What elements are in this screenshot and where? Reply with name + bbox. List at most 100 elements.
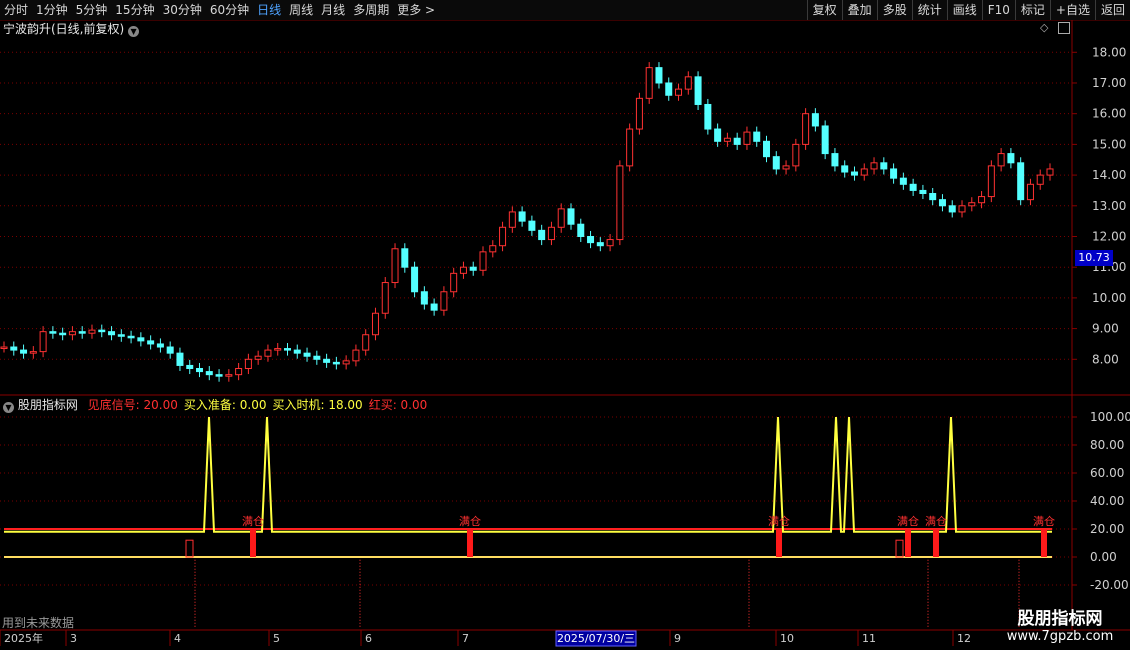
candle-body-10 [98, 329, 106, 333]
candle-body-51 [499, 226, 507, 247]
candle-body-45 [440, 291, 448, 311]
candle-body-47 [459, 266, 467, 274]
full-position-label-1: 满仓 [459, 514, 481, 528]
candle-body-63 [616, 165, 624, 241]
candle-body-94 [919, 189, 927, 195]
period-tab-0[interactable]: 分时 [0, 0, 32, 20]
collapse-icon[interactable]: ▼ [3, 402, 14, 413]
date-label-7: 10 [780, 632, 794, 645]
action-button-0[interactable]: 复权 [806, 0, 842, 20]
candle-body-72 [704, 103, 712, 130]
full-position-label-0: 满仓 [242, 514, 264, 528]
period-tab-3[interactable]: 15分钟 [111, 0, 158, 20]
candle-body-44 [430, 303, 438, 311]
date-label-8: 11 [862, 632, 876, 645]
candle-body-24 [235, 368, 243, 376]
candle-body-86 [841, 165, 849, 173]
indicator-values: 见底信号: 20.00 买入准备: 0.00 买入时机: 18.00 红买: 0.00 [82, 398, 428, 412]
buy-bar-3 [905, 529, 911, 557]
prep-box-0 [185, 539, 194, 558]
candle-body-74 [723, 137, 731, 142]
candle-body-71 [694, 76, 702, 105]
period-tab-10[interactable]: 更多 > [393, 0, 439, 20]
full-position-label-3: 满仓 [897, 514, 919, 528]
date-label-2: 4 [174, 632, 181, 645]
action-button-3[interactable]: 统计 [911, 0, 947, 20]
period-tab-8[interactable]: 月线 [317, 0, 349, 20]
candle-body-12 [117, 334, 125, 337]
stock-title[interactable]: 宁波韵升(日线,前复权) [3, 22, 124, 36]
candle-body-70 [684, 76, 692, 90]
candle-body-76 [743, 131, 751, 145]
candle-body-98 [958, 205, 966, 213]
ind-label-5: 0.00 [1090, 550, 1117, 564]
action-button-4[interactable]: 画线 [946, 0, 982, 20]
indicator-name[interactable]: 股朋指标网 [18, 398, 78, 412]
price-label-2: 16.00 [1092, 107, 1126, 121]
panel-toggle-icon[interactable] [1058, 22, 1070, 34]
candle-body-8 [78, 331, 86, 334]
candle-body-58 [567, 208, 575, 225]
candle-body-22 [215, 374, 223, 377]
candle-body-83 [811, 113, 819, 127]
current-price-tag: 10.73 [1075, 250, 1113, 266]
action-button-2[interactable]: 多股 [876, 0, 912, 20]
ind-label-1: 80.00 [1090, 438, 1124, 452]
chevron-down-icon[interactable]: ▼ [128, 26, 140, 37]
period-tab-4[interactable]: 30分钟 [159, 0, 206, 20]
ind-label-6: -20.00 [1090, 578, 1129, 592]
candle-body-85 [831, 153, 839, 167]
candle-body-30 [293, 349, 301, 354]
price-label-8: 10.00 [1092, 291, 1126, 305]
action-button-1[interactable]: 叠加 [841, 0, 877, 20]
candle-body-6 [59, 332, 67, 336]
candle-body-89 [870, 162, 878, 170]
period-tab-2[interactable]: 5分钟 [72, 0, 112, 20]
action-button-8[interactable]: 返回 [1094, 0, 1130, 20]
candle-body-54 [528, 220, 536, 231]
candle-body-9 [88, 329, 96, 334]
period-tab-1[interactable]: 1分钟 [32, 0, 72, 20]
buy-bar-1 [467, 529, 473, 557]
candle-body-42 [411, 266, 419, 293]
full-position-label-2: 满仓 [768, 514, 790, 528]
candle-body-4 [39, 331, 47, 353]
candle-body-28 [274, 348, 282, 351]
candle-body-23 [225, 374, 233, 377]
candle-body-61 [596, 242, 604, 247]
candle-body-66 [645, 67, 653, 99]
price-label-1: 17.00 [1092, 76, 1126, 90]
indicator-value-3: 红买: 0.00 [368, 398, 428, 412]
period-tab-7[interactable]: 周线 [285, 0, 317, 20]
ind-label-3: 40.00 [1090, 494, 1124, 508]
period-tab-9[interactable]: 多周期 [349, 0, 393, 20]
full-position-label-4: 满仓 [925, 514, 947, 528]
candle-body-1 [10, 346, 18, 351]
candle-body-75 [733, 137, 741, 145]
candle-body-77 [753, 131, 761, 142]
date-label-5: 7 [462, 632, 469, 645]
candle-body-95 [929, 193, 937, 201]
candle-body-55 [538, 229, 546, 241]
chart-canvas: 18.0017.0016.0015.0014.0013.0012.0011.00… [0, 20, 1130, 647]
candle-body-102 [997, 153, 1005, 167]
candle-body-17 [166, 346, 174, 354]
candle-body-91 [890, 168, 898, 179]
diamond-icon[interactable]: ◇ [1040, 21, 1048, 34]
candle-body-14 [137, 337, 145, 342]
period-tab-5[interactable]: 60分钟 [206, 0, 253, 20]
candle-body-21 [205, 371, 213, 376]
price-label-10: 8.00 [1092, 352, 1119, 366]
action-button-5[interactable]: F10 [981, 0, 1015, 20]
candle-body-100 [978, 196, 986, 204]
candle-body-62 [606, 239, 614, 247]
period-tab-6[interactable]: 日线 [253, 0, 285, 20]
candle-body-19 [186, 364, 194, 370]
action-button-7[interactable]: +自选 [1049, 0, 1095, 20]
date-label-0: 2025年 [4, 631, 43, 645]
price-label-4: 14.00 [1092, 168, 1126, 182]
ind-label-4: 20.00 [1090, 522, 1124, 536]
action-button-6[interactable]: 标记 [1014, 0, 1050, 20]
buy-bar-0 [250, 529, 256, 557]
candle-body-107 [1046, 168, 1054, 176]
